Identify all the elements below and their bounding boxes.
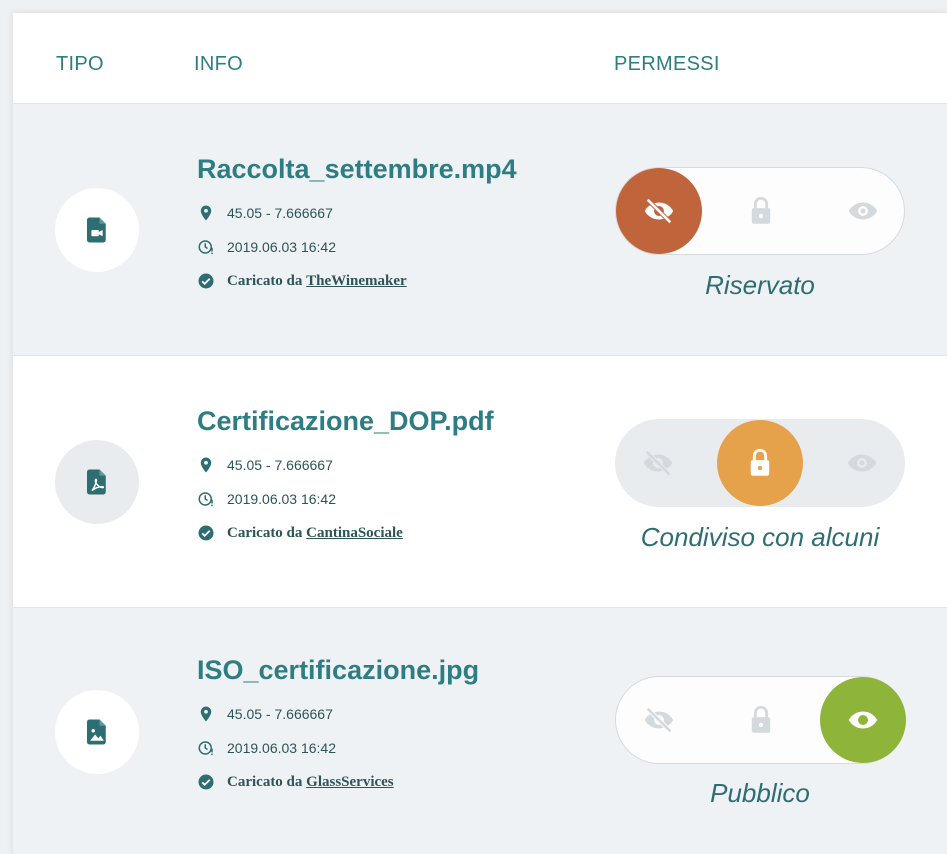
check-circle-icon <box>197 524 215 542</box>
permission-option-hidden[interactable] <box>616 677 702 763</box>
file-datetime: 2019.06.03 16:42 <box>197 739 336 757</box>
location-pin-icon <box>197 705 215 723</box>
file-type-badge <box>55 440 139 524</box>
location-pin-icon <box>197 204 215 222</box>
eye-icon <box>848 202 878 220</box>
location-pin-icon <box>197 456 215 474</box>
file-datetime: 2019.06.03 16:42 <box>197 490 336 508</box>
video-file-icon <box>87 217 106 243</box>
file-name[interactable]: ISO_certificazione.jpg <box>197 655 479 686</box>
table-row: ISO_certificazione.jpg 45.05 - 7.666667 … <box>13 608 947 854</box>
permission-option-locked[interactable] <box>718 677 804 763</box>
permission-option-public[interactable] <box>819 420 905 506</box>
eye-icon <box>848 711 878 729</box>
file-coordinates: 45.05 - 7.666667 <box>197 204 333 222</box>
permission-option-locked[interactable] <box>717 420 803 506</box>
permission-label: Pubblico <box>710 778 810 808</box>
check-circle-icon <box>197 272 215 290</box>
files-table: TIPO INFO PERMESSI Raccolta_settembre.mp… <box>12 12 947 854</box>
lock-icon <box>751 196 771 224</box>
file-name[interactable]: Raccolta_settembre.mp4 <box>197 154 517 185</box>
permission-label: Riservato <box>705 270 815 300</box>
table-row: Certificazione_DOP.pdf 45.05 - 7.666667 … <box>13 356 947 608</box>
image-file-icon <box>87 719 106 745</box>
file-datetime: 2019.06.03 16:42 <box>197 238 336 256</box>
permission-toggle[interactable] <box>615 167 905 255</box>
file-uploader: Caricato da CantinaSociale <box>197 524 403 542</box>
uploader-link[interactable]: TheWinemaker <box>306 273 407 290</box>
clock-alert-icon <box>197 739 215 757</box>
uploader-link[interactable]: CantinaSociale <box>306 525 403 542</box>
column-header-type: TIPO <box>56 53 104 75</box>
eye-off-icon <box>644 707 674 733</box>
permission-option-locked[interactable] <box>718 168 804 254</box>
file-name[interactable]: Certificazione_DOP.pdf <box>197 406 494 437</box>
permission-label: Condiviso con alcuni <box>640 522 880 552</box>
permission-option-hidden[interactable] <box>616 168 702 254</box>
permission-option-hidden[interactable] <box>615 420 701 506</box>
uploader-link[interactable]: GlassServices <box>306 774 394 791</box>
table-row: Raccolta_settembre.mp4 45.05 - 7.666667 … <box>13 104 947 356</box>
file-uploader: Caricato da GlassServices <box>197 773 394 791</box>
eye-off-icon <box>644 198 674 224</box>
permission-toggle[interactable] <box>615 676 906 764</box>
file-coordinates: 45.05 - 7.666667 <box>197 705 333 723</box>
file-type-badge <box>55 188 139 272</box>
check-circle-icon <box>197 773 215 791</box>
lock-icon <box>751 705 771 733</box>
permission-toggle[interactable] <box>615 419 905 507</box>
table-header: TIPO INFO PERMESSI <box>13 13 947 104</box>
column-header-info: INFO <box>194 53 243 75</box>
clock-alert-icon <box>197 238 215 256</box>
file-coordinates: 45.05 - 7.666667 <box>197 456 333 474</box>
file-uploader: Caricato da TheWinemaker <box>197 272 407 290</box>
file-type-badge <box>55 690 139 774</box>
column-header-permissions: PERMESSI <box>614 53 720 75</box>
eye-off-icon <box>643 450 673 476</box>
eye-icon <box>847 454 877 472</box>
lock-icon <box>750 448 770 476</box>
pdf-file-icon <box>87 469 106 495</box>
clock-alert-icon <box>197 490 215 508</box>
permission-option-public[interactable] <box>820 168 906 254</box>
permission-option-public[interactable] <box>820 677 906 763</box>
